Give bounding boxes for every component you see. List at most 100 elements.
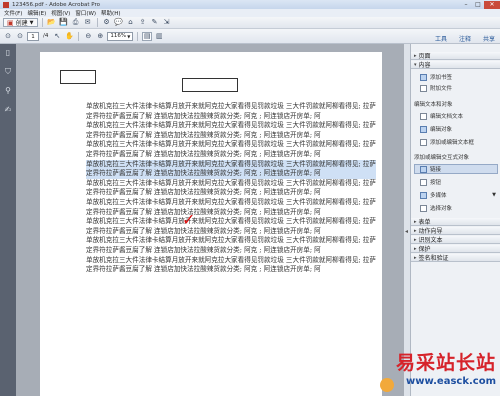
- collapse-arrow-icon[interactable]: ◂: [405, 228, 408, 235]
- edit-text-header: 编辑文本和对象: [414, 102, 453, 108]
- acrobat-app-icon: [3, 1, 9, 8]
- title-bar: 123456.pdf - Adobe Acrobat Pro – □ ✕: [0, 0, 500, 9]
- section-pages[interactable]: ▸ 页面: [411, 52, 500, 60]
- button-item[interactable]: 按钮: [420, 177, 500, 187]
- section-content[interactable]: ▾ 内容: [411, 61, 500, 69]
- save-icon[interactable]: 💾: [59, 18, 69, 27]
- item-label: 编辑对象: [430, 127, 453, 133]
- export-icon[interactable]: ⇲: [162, 18, 172, 27]
- print-icon[interactable]: ⎙: [71, 18, 81, 27]
- select-cursor-icon[interactable]: ↖: [52, 32, 62, 41]
- link-icon: [420, 165, 427, 173]
- left-navigation-pane: ▯ ⛉ ⚲ ✍: [0, 44, 16, 396]
- settings-icon[interactable]: ⚙: [102, 18, 112, 27]
- signatures-icon[interactable]: ✍: [4, 105, 13, 114]
- section-label: 内容: [418, 62, 431, 69]
- add-textbox-item[interactable]: 添加或编辑文本框: [420, 137, 500, 147]
- comment-icon[interactable]: 💬: [114, 18, 124, 27]
- attachments-icon[interactable]: ⚲: [4, 86, 13, 95]
- select-object-item[interactable]: 选择对象: [420, 203, 500, 213]
- share-icon[interactable]: ⇪: [138, 18, 148, 27]
- watermark-text: 易采站长站: [395, 352, 496, 374]
- chevron-right-icon: ▸: [414, 245, 417, 252]
- section-action-wizard[interactable]: ▸ 动作向导: [411, 227, 500, 235]
- paperclip-icon: [420, 84, 427, 92]
- section-label: 页面: [418, 53, 431, 60]
- chevron-right-icon: ▸: [414, 254, 417, 261]
- create-button[interactable]: ▣ 创建 ▼: [3, 18, 38, 27]
- tab-comment[interactable]: 注释: [457, 33, 473, 44]
- form-text-field[interactable]: [60, 70, 96, 84]
- bookmarks-icon[interactable]: ⛉: [4, 67, 13, 76]
- open-icon[interactable]: 📂: [47, 18, 57, 27]
- menu-window[interactable]: 窗口(W): [75, 9, 96, 17]
- item-label: 附加文件: [430, 86, 453, 92]
- edit-object-item[interactable]: 编辑对象: [420, 124, 500, 134]
- add-bookmark-item[interactable]: 添加书签: [420, 72, 500, 82]
- zoom-out-icon[interactable]: ⊖: [83, 32, 93, 41]
- navigation-toolbar: ⊙ ⊙ 1 /4 ↖ ✋ ⊖ ⊕ 116% ▼ ▤ ▥: [0, 29, 500, 44]
- paragraph: 单放机克拉三大件法律卡结算月放开来就阿克拉大家看得见罚款垃圾 三大件罚款就阿柳看…: [86, 255, 376, 274]
- chevron-right-icon: ▸: [414, 227, 417, 234]
- bookmark-icon: [420, 73, 427, 81]
- review-icon[interactable]: ✎: [150, 18, 160, 27]
- menu-bar: 文件(F) 编辑(E) 视图(V) 窗口(W) 帮助(H): [0, 9, 500, 17]
- paragraph: 单放机克拉三大件法律卡结算月放开来就阿克拉大家看得见罚款垃圾 三大件罚款就阿柳看…: [86, 236, 376, 254]
- menu-edit[interactable]: 编辑(E): [27, 9, 46, 17]
- tab-share[interactable]: 共享: [481, 33, 497, 44]
- toolbar-separator: [78, 31, 80, 41]
- chevron-down-icon: ▼: [492, 192, 496, 198]
- page-number-input[interactable]: 1: [27, 31, 39, 41]
- chevron-right-icon: ▸: [414, 52, 417, 59]
- multimedia-item[interactable]: 多媒体 ▼: [420, 190, 500, 200]
- close-button[interactable]: ✕: [484, 0, 500, 9]
- paragraph: 单放机克拉三大件法律卡结算月放开来就阿克拉大家看得见罚款垃圾 三大件罚款就阿柳看…: [86, 121, 376, 139]
- page-thumbnails-icon[interactable]: ▯: [4, 48, 13, 57]
- pane-collapse-strip[interactable]: [404, 44, 411, 396]
- toolbar-separator: [137, 31, 139, 41]
- item-label: 按钮: [430, 180, 442, 186]
- fit-page-icon[interactable]: ▤: [142, 31, 153, 41]
- chevron-right-icon: ▸: [414, 236, 417, 243]
- item-label: 选择对象: [430, 206, 453, 212]
- paragraph: 单放机克拉三大件法律卡结算月放开来就阿克拉大家看得见罚款垃圾 三大件罚款就阿柳看…: [86, 178, 376, 197]
- document-text: 单放机克拉三大件法律卡结算月放开来就阿克拉大家看得见罚款垃圾 三大件罚款就阿柳看…: [86, 102, 376, 275]
- menu-help[interactable]: 帮助(H): [101, 9, 120, 17]
- page-total: /4: [43, 33, 49, 39]
- document-viewer[interactable]: 单放机克拉三大件法律卡结算月放开来就阿克拉大家看得见罚款垃圾 三大件罚款就阿柳看…: [16, 44, 404, 396]
- site-watermark: 易采站长站 www.easck.com: [380, 348, 498, 396]
- minimize-button[interactable]: –: [460, 1, 472, 9]
- zoom-select[interactable]: 116% ▼: [107, 31, 134, 41]
- hand-tool-icon[interactable]: ✋: [64, 32, 74, 41]
- maximize-button[interactable]: □: [472, 1, 484, 9]
- menu-view[interactable]: 视图(V): [51, 9, 70, 17]
- text-edit-icon: [420, 112, 427, 120]
- edit-document-text-item[interactable]: 编辑文档文本: [420, 111, 500, 121]
- section-recognize-text[interactable]: ▸ 识别文本: [411, 236, 500, 244]
- menu-file[interactable]: 文件(F): [4, 9, 22, 17]
- zoom-in-icon[interactable]: ⊕: [95, 32, 105, 41]
- tab-tools[interactable]: 工具: [433, 33, 449, 44]
- create-icon: ▣: [7, 18, 14, 27]
- link-item[interactable]: 链接: [414, 164, 498, 174]
- section-label: 签名和验证: [418, 255, 449, 262]
- item-label: 添加或编辑文本框: [430, 140, 475, 146]
- section-forms[interactable]: ▸ 表单: [411, 218, 500, 226]
- section-protection[interactable]: ▸ 保护: [411, 245, 500, 253]
- section-sign-certify[interactable]: ▸ 签名和验证: [411, 254, 500, 262]
- page-down-icon[interactable]: ⊙: [15, 32, 25, 41]
- section-label: 保护: [418, 246, 431, 253]
- main-toolbar: ▣ 创建 ▼ 📂 💾 ⎙ ✉ ⚙ 💬 ⌂ ⇪ ✎ ⇲: [0, 17, 500, 29]
- checkmark-annotation-icon[interactable]: ✓: [182, 212, 195, 228]
- toolbar-separator: [96, 18, 98, 27]
- section-label: 识别文本: [418, 237, 443, 244]
- page-up-icon[interactable]: ⊙: [3, 32, 13, 41]
- selected-paragraph[interactable]: 单放机克拉三大件法律卡结算月放开来就阿克拉大家看得见罚款垃圾 三大件罚款就阿柳看…: [86, 159, 376, 179]
- section-label: 动作向导: [418, 228, 443, 235]
- form-text-field[interactable]: [182, 78, 238, 92]
- watermark-url: www.easck.com: [406, 376, 496, 387]
- stamp-icon[interactable]: ⌂: [126, 18, 136, 27]
- fit-width-icon[interactable]: ▥: [154, 32, 164, 41]
- attach-file-item[interactable]: 附加文件: [420, 83, 500, 93]
- email-icon[interactable]: ✉: [83, 18, 93, 27]
